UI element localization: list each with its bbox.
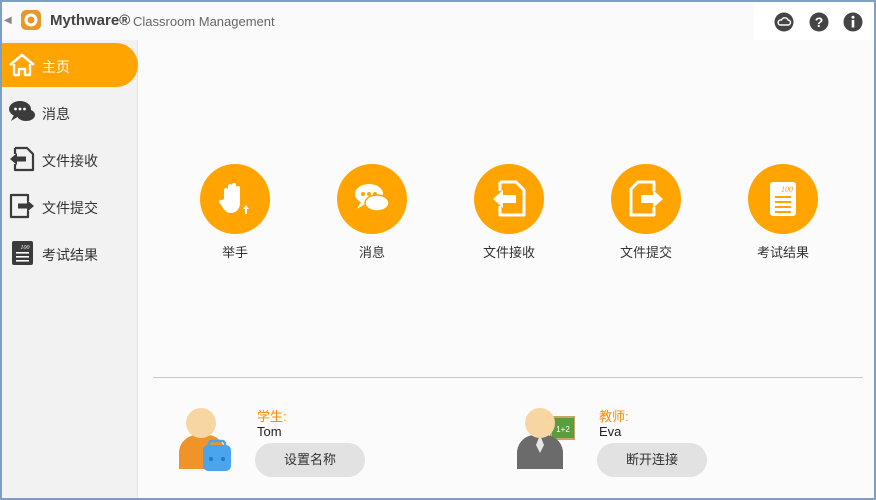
disconnect-button[interactable]: 断开连接 — [597, 443, 707, 477]
help-icon[interactable]: ? — [809, 12, 829, 32]
student-role-label: 学生: — [257, 409, 287, 424]
product-name: Classroom Management — [133, 14, 275, 29]
sidebar: 主页 消息 文件接收 文件提交 100 考试结果 — [2, 40, 138, 498]
teacher-name: Eva — [599, 424, 622, 439]
teacher-role-label: 教师: — [599, 409, 629, 424]
tile-label: 考试结果 — [756, 245, 809, 260]
title-bar-actions: ? — [754, 2, 874, 40]
tile-file-submit[interactable]: 文件提交 — [591, 164, 701, 264]
sidebar-item-messages[interactable]: 消息 — [2, 90, 138, 134]
tile-label: 文件提交 — [619, 245, 672, 260]
sidebar-item-label: 文件提交 — [42, 200, 98, 216]
exam-result-icon: 100 — [770, 182, 796, 216]
set-name-button[interactable]: 设置名称 — [255, 443, 365, 477]
svg-text:100: 100 — [21, 245, 30, 251]
teacher-avatar-icon: 1+2 — [517, 408, 575, 469]
sidebar-item-exam-results[interactable]: 100 考试结果 — [2, 231, 138, 275]
sidebar-item-label: 主页 — [42, 59, 70, 75]
tile-exam-results[interactable]: 100 考试结果 — [728, 164, 838, 264]
file-submit-icon — [629, 180, 663, 217]
sidebar-item-file-submit[interactable]: 文件提交 — [2, 184, 138, 228]
tile-messages[interactable]: 消息 — [317, 164, 427, 264]
tile-circle — [474, 164, 544, 234]
tile-file-receive[interactable]: 文件接收 — [454, 164, 564, 264]
home-icon — [9, 53, 35, 77]
tile-circle — [200, 164, 270, 234]
back-arrow-icon[interactable]: ◀ — [4, 14, 12, 28]
title-bar: ◀ Mythware® Classroom Management ? — [2, 2, 874, 40]
tile-label: 文件接收 — [482, 245, 535, 260]
tile-circle — [611, 164, 681, 234]
tile-label: 消息 — [358, 245, 385, 260]
info-icon[interactable] — [843, 12, 863, 32]
main-panel: 举手 消息 文件接收 文件提交 100 考试结果 学生: Tom 设置名称 1+… — [139, 40, 874, 498]
sidebar-item-label: 文件接收 — [42, 153, 98, 169]
app-logo-icon — [21, 10, 41, 30]
tile-circle: 100 — [748, 164, 818, 234]
student-avatar-icon — [179, 408, 231, 471]
sidebar-item-home[interactable]: 主页 — [2, 43, 138, 87]
tile-label: 举手 — [221, 245, 248, 260]
tile-raise-hand[interactable]: 举手 — [180, 164, 290, 264]
svg-text:100: 100 — [781, 185, 793, 194]
file-receive-icon — [493, 180, 526, 217]
exam-result-icon: 100 — [12, 241, 33, 265]
svg-text:?: ? — [815, 14, 824, 30]
student-name: Tom — [257, 424, 282, 439]
board-text: 1+2 — [556, 425, 570, 434]
sidebar-item-file-receive[interactable]: 文件接收 — [2, 137, 138, 181]
brand-name: Mythware® — [50, 12, 131, 29]
chat-bubbles-icon — [355, 184, 390, 212]
section-divider — [153, 377, 863, 378]
file-receive-icon — [10, 146, 35, 172]
chat-bubbles-icon — [9, 101, 35, 121]
tile-circle — [337, 164, 407, 234]
cloud-icon[interactable] — [774, 12, 794, 32]
sidebar-item-label: 消息 — [42, 106, 70, 122]
file-submit-icon — [9, 193, 34, 219]
app-window: ◀ Mythware® Classroom Management ? 主页 消息… — [0, 0, 876, 500]
raise-hand-icon — [218, 183, 249, 214]
sidebar-item-label: 考试结果 — [42, 247, 98, 263]
